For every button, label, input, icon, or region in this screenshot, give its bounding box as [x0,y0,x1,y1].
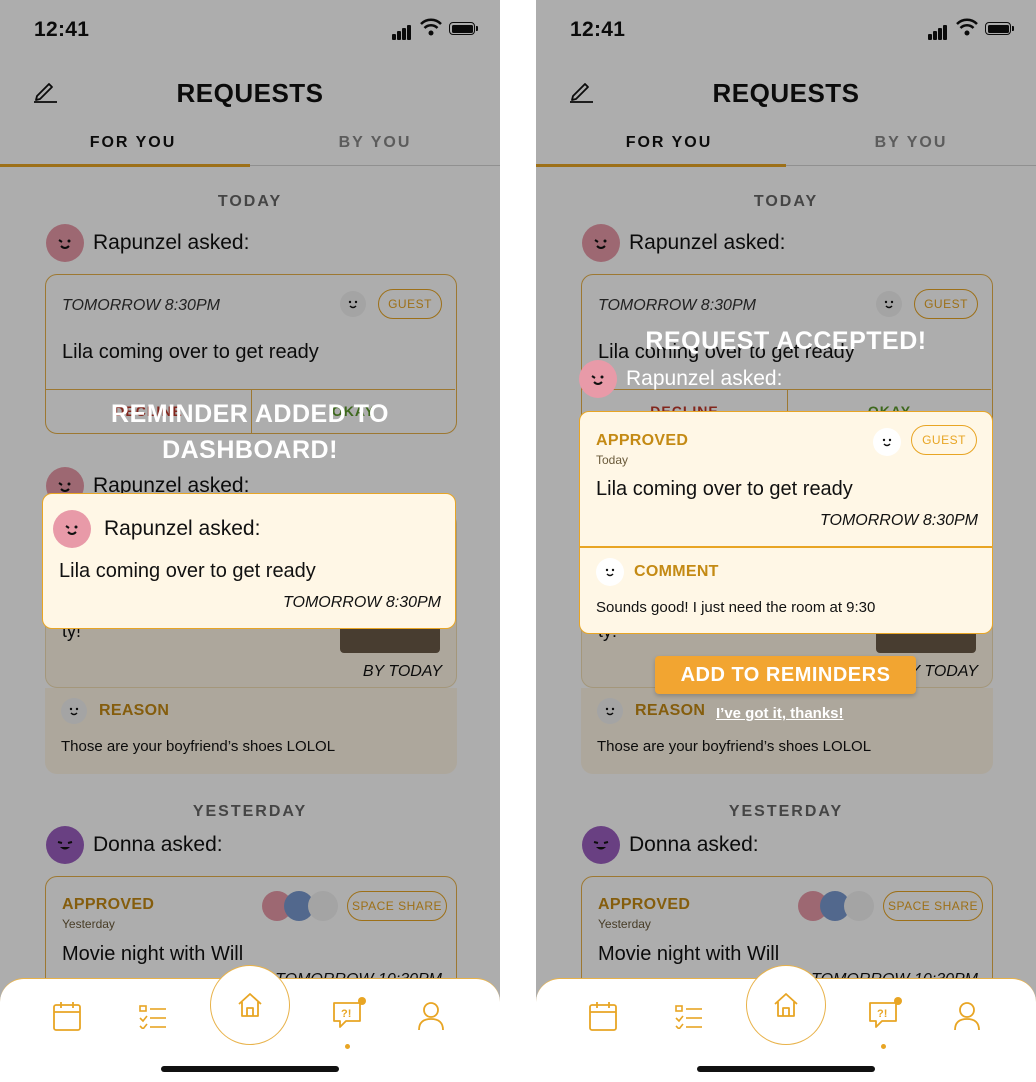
asker-name: Rapunzel asked: [626,367,783,390]
request-date: TOMORROW 8:30PM [283,594,441,611]
requests-icon[interactable]: ?! [868,997,902,1031]
wink-face-icon [591,375,604,385]
checklist-icon[interactable] [139,1005,167,1029]
request-accepted-message: REQUEST ACCEPTED! [645,327,927,355]
active-dot [345,1044,350,1049]
home-icon [238,993,262,1017]
avatar [53,510,91,548]
request-description: Lila coming over to get ready [596,478,853,500]
add-to-reminders-button[interactable]: ADD TO REMINDERS [655,656,916,694]
home-indicator [697,1066,875,1072]
popup-asker: Rapunzel asked: [579,360,782,398]
active-dot [881,1044,886,1049]
comment-label: COMMENT [634,563,719,580]
phone-screen-request-accepted: 12:41 REQUESTS FOR YOU BY YOU TODAY Rapu… [536,0,1036,1082]
requests-icon[interactable]: ?! [332,997,366,1031]
reminder-popup-card[interactable]: Rapunzel asked: Lila coming over to get … [42,493,456,629]
checklist-icon[interactable] [675,1005,703,1029]
phone-screen-reminder-added: 12:41 REQUESTS FOR YOU BY YOU TODAY Rapu… [0,0,500,1082]
reminder-added-message: REMINDER ADDED TO DASHBOARD! [0,396,500,468]
profile-icon[interactable] [418,1001,444,1031]
status-sub: Today [596,453,629,467]
calendar-icon[interactable] [589,1001,617,1031]
comment-text: Sounds good! I just need the room at 9:3… [596,599,876,616]
guest-face-icon [873,428,901,456]
home-indicator [161,1066,339,1072]
popup-divider [579,546,993,548]
home-icon [774,993,798,1017]
accepted-popup-card[interactable]: APPROVED Today GUEST Lila coming over to… [579,411,993,634]
home-button[interactable] [210,965,290,1045]
comment-face-icon [596,558,624,586]
calendar-icon[interactable] [53,1001,81,1031]
svg-text:?!: ?! [341,1008,351,1020]
home-button[interactable] [746,965,826,1045]
message-line: DASHBOARD! [162,436,338,464]
wink-face-icon [65,525,78,535]
message-line: REMINDER ADDED TO [111,400,389,428]
asker-name: Rapunzel asked: [104,517,261,540]
avatar [579,360,617,398]
status-label: APPROVED [596,432,689,449]
tag-chip: GUEST [911,425,977,455]
svg-text:?!: ?! [877,1008,887,1020]
dismiss-link[interactable]: I’ve got it, thanks! [716,705,844,722]
profile-icon[interactable] [954,1001,980,1031]
request-date: TOMORROW 8:30PM [820,512,978,529]
request-description: Lila coming over to get ready [59,560,316,582]
